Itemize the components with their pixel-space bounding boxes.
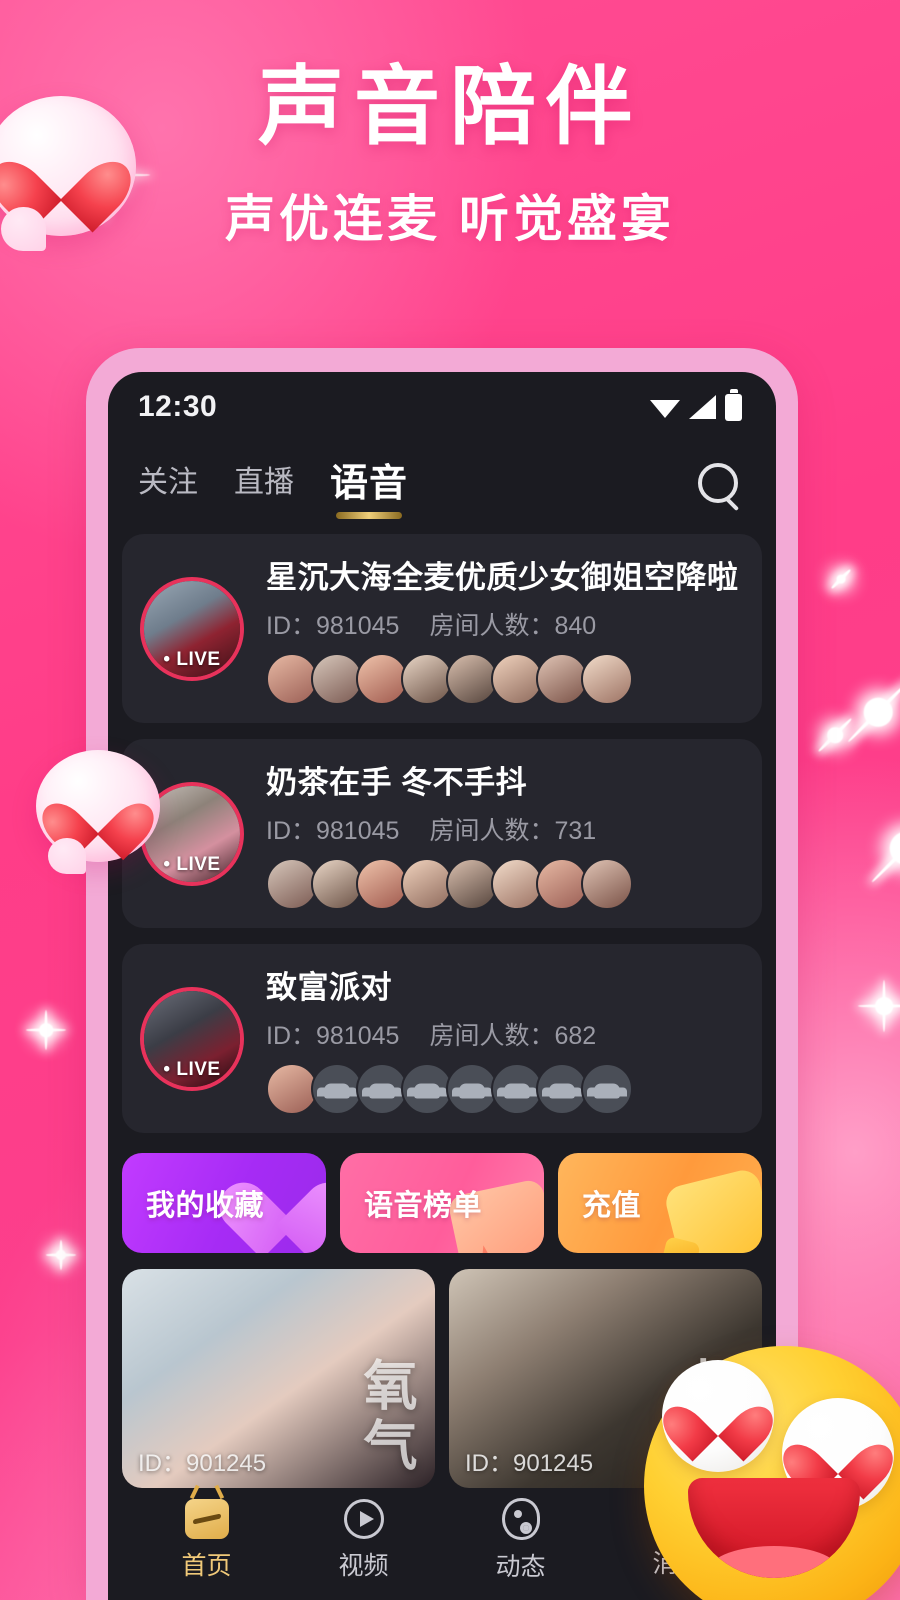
heart-eyes-emoji-icon: [644, 1346, 900, 1600]
room-viewers: 房间人数：731: [429, 811, 596, 847]
live-badge: • LIVE: [144, 1059, 240, 1081]
recharge-button[interactable]: 充值: [558, 1153, 762, 1253]
promo-subheadline: 声优连麦 听觉盛宴: [0, 179, 900, 251]
room-id: ID：981045: [266, 811, 399, 847]
avatar[interactable]: • LIVE: [140, 577, 244, 681]
room-meta: ID：981045 房间人数：840: [266, 606, 744, 642]
tab-voice[interactable]: 语音: [330, 452, 408, 519]
room-id: ID：981045: [266, 606, 399, 642]
voice-room-list: • LIVE 星沉大海全麦优质少女御姐空降啦 ID：981045 房间人数：84…: [108, 528, 776, 1133]
emoji-eye-left: [662, 1360, 774, 1472]
nav-item-video[interactable]: 视频: [285, 1499, 442, 1582]
status-bar-clock: 12:30: [138, 390, 217, 424]
seat-list: [266, 653, 744, 705]
table-row[interactable]: • LIVE 星沉大海全麦优质少女御姐空降啦 ID：981045 房间人数：84…: [122, 534, 762, 723]
live-badge: • LIVE: [144, 854, 240, 876]
nav-item-video-label: 视频: [338, 1546, 388, 1582]
nav-item-moments-label: 动态: [495, 1547, 545, 1583]
thumbnail-id: ID：901245: [465, 1443, 593, 1478]
thumbnail-id: ID：901245: [138, 1443, 266, 1478]
empty-seat-icon[interactable]: [581, 1063, 633, 1115]
room-title: 奶茶在手 冬不手抖: [266, 757, 744, 802]
seat-list: [266, 1063, 744, 1115]
quick-action-bar: 我的收藏 语音榜单 充值: [108, 1133, 776, 1253]
room-title: 星沉大海全麦优质少女御姐空降啦: [266, 552, 744, 597]
room-info: 星沉大海全麦优质少女御姐空降啦 ID：981045 房间人数：840: [266, 552, 744, 705]
my-favorites-label: 我的收藏: [146, 1182, 264, 1224]
play-circle-icon: [344, 1499, 384, 1539]
status-bar: 12:30: [108, 372, 776, 442]
tab-live[interactable]: 直播: [234, 457, 294, 513]
room-info: 奶茶在手 冬不手抖 ID：981045 房间人数：731: [266, 757, 744, 910]
room-meta: ID：981045 房间人数：682: [266, 1016, 744, 1052]
room-info: 致富派对 ID：981045 房间人数：682: [266, 962, 744, 1115]
promo-headline: 声音陪伴: [0, 62, 900, 153]
room-viewers: 房间人数：840: [429, 606, 596, 642]
room-meta: ID：981045 房间人数：731: [266, 811, 744, 847]
top-tab-bar: 关注 直播 语音: [108, 442, 776, 528]
tab-follow[interactable]: 关注: [138, 457, 198, 513]
room-viewers: 房间人数：682: [429, 1016, 596, 1052]
my-favorites-button[interactable]: 我的收藏: [122, 1153, 326, 1253]
seat-list: [266, 858, 744, 910]
status-bar-icons: [650, 394, 742, 421]
nav-item-moments[interactable]: 动态: [442, 1498, 599, 1583]
voice-ranking-label: 语音榜单: [364, 1182, 482, 1224]
face-icon: [502, 1498, 540, 1540]
signal-icon: [689, 395, 716, 419]
nav-item-home-label: 首页: [181, 1546, 231, 1582]
avatar[interactable]: • LIVE: [140, 782, 244, 886]
promo-headline-group: 声音陪伴 声优连麦 听觉盛宴: [0, 62, 900, 251]
nav-item-home[interactable]: 首页: [128, 1499, 285, 1582]
battery-icon: [725, 394, 742, 421]
voice-ranking-button[interactable]: 语音榜单: [340, 1153, 544, 1253]
wifi-icon: [650, 396, 680, 418]
table-row[interactable]: • LIVE 奶茶在手 冬不手抖 ID：981045 房间人数：731: [122, 739, 762, 928]
tv-icon: [185, 1499, 229, 1539]
recharge-label: 充值: [582, 1182, 641, 1224]
coin-decoration-icon: [672, 1177, 762, 1253]
room-title: 致富派对: [266, 962, 744, 1007]
search-icon[interactable]: [698, 463, 742, 507]
list-item[interactable]: 氧气 ID：901245: [122, 1269, 435, 1488]
avatar[interactable]: • LIVE: [140, 987, 244, 1091]
emoji-mouth: [688, 1478, 860, 1578]
room-id: ID：981045: [266, 1016, 399, 1052]
table-row[interactable]: • LIVE 致富派对 ID：981045 房间人数：682: [122, 944, 762, 1133]
seat-avatar[interactable]: [581, 653, 633, 705]
seat-avatar[interactable]: [581, 858, 633, 910]
thumbnail-overlay-text: 氧气: [346, 1357, 425, 1477]
live-badge: • LIVE: [144, 649, 240, 671]
